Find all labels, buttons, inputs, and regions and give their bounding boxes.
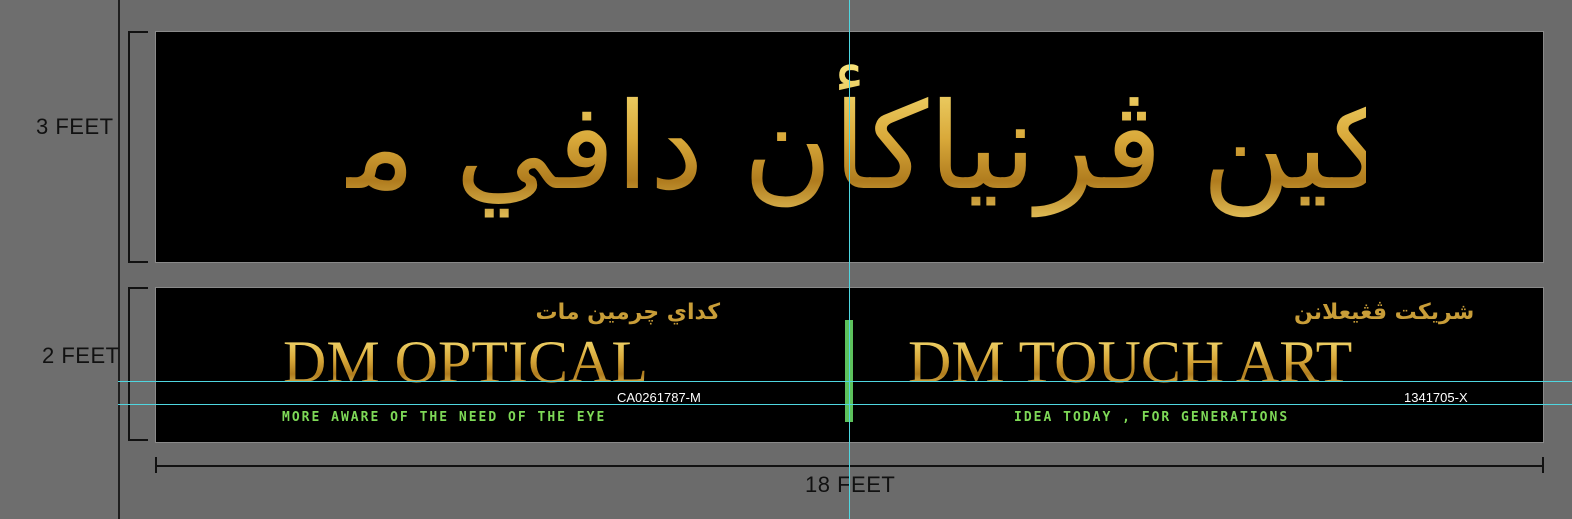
width-label: 18 FEET bbox=[805, 472, 896, 497]
arabic-calligraphy: راغكين ڤرنياكأن دافي مذلن bbox=[156, 62, 1557, 232]
width-right-tick bbox=[1542, 457, 1544, 473]
bottom-height-label: 2 FEET bbox=[42, 343, 120, 368]
top-height-label: 3 FEET bbox=[36, 114, 114, 139]
bottom-height-bracket bbox=[128, 287, 148, 441]
left-arabic-text: كداي چرمين مات bbox=[535, 300, 720, 325]
top-height-bracket bbox=[128, 31, 148, 263]
left-brand-name: DM OPTICAL bbox=[283, 329, 649, 395]
right-brand-name: DM TOUCH ART bbox=[908, 329, 1353, 395]
vertical-ruler-edge bbox=[118, 0, 120, 519]
right-registration-number: 1341705-X bbox=[1404, 390, 1468, 405]
left-ruler-area bbox=[0, 0, 118, 519]
right-arabic-text: شريكت ڤڠيعلانن bbox=[1294, 300, 1475, 325]
left-registration-number: CA0261787-M bbox=[617, 390, 701, 405]
right-tagline: IDEA TODAY , FOR GENERATIONS bbox=[1014, 410, 1290, 425]
vertical-guide[interactable] bbox=[849, 0, 850, 519]
design-canvas: 3 FEET 2 FEET راغكين ڤرنياكأن دافي مذلن … bbox=[0, 0, 1572, 519]
width-left-tick bbox=[155, 457, 157, 473]
horizontal-guide-upper[interactable] bbox=[118, 381, 1572, 382]
left-tagline: MORE AWARE OF THE NEED OF THE EYE bbox=[282, 410, 607, 425]
horizontal-guide-lower[interactable] bbox=[118, 404, 1572, 405]
